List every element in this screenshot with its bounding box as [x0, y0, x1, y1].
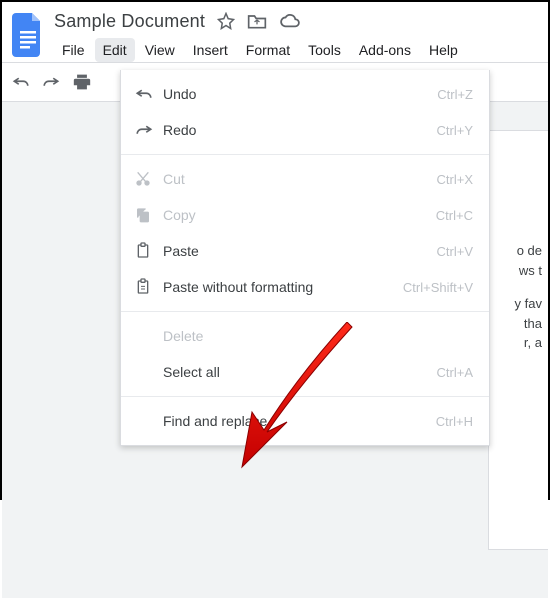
menu-item-shortcut: Ctrl+C: [436, 208, 473, 223]
menu-item-undo[interactable]: Undo Ctrl+Z: [121, 76, 489, 112]
menu-addons[interactable]: Add-ons: [351, 38, 419, 62]
print-icon[interactable]: [72, 73, 92, 91]
page-text-fragment: y fav tha r, a: [495, 294, 542, 353]
paste-icon: [135, 242, 163, 260]
app-header: Sample Document File Edit View Insert Fo…: [2, 2, 548, 62]
menu-edit[interactable]: Edit: [95, 38, 135, 62]
menubar: File Edit View Insert Format Tools Add-o…: [54, 38, 466, 62]
menu-item-label: Paste: [163, 243, 437, 259]
menu-item-redo[interactable]: Redo Ctrl+Y: [121, 112, 489, 148]
move-folder-icon[interactable]: [247, 12, 267, 30]
menu-item-label: Copy: [163, 207, 436, 223]
menu-item-select-all[interactable]: Select all Ctrl+A: [121, 354, 489, 390]
redo-icon: [135, 123, 163, 137]
menu-separator: [121, 311, 489, 312]
menu-item-paste-without-formatting[interactable]: Paste without formatting Ctrl+Shift+V: [121, 269, 489, 305]
menu-item-shortcut: Ctrl+H: [436, 414, 473, 429]
menu-item-label: Redo: [163, 122, 437, 138]
menu-separator: [121, 154, 489, 155]
menu-help[interactable]: Help: [421, 38, 466, 62]
cut-icon: [135, 171, 163, 187]
menu-item-shortcut: Ctrl+A: [437, 365, 473, 380]
undo-icon: [135, 87, 163, 101]
document-page[interactable]: o de ws t y fav tha r, a: [488, 130, 548, 550]
edit-menu-dropdown: Undo Ctrl+Z Redo Ctrl+Y Cut Ctrl+X Copy …: [120, 70, 490, 446]
menu-format[interactable]: Format: [238, 38, 298, 62]
menu-item-label: Find and replace: [163, 413, 436, 429]
menu-item-label: Paste without formatting: [163, 279, 403, 295]
menu-item-delete: Delete: [121, 318, 489, 354]
paste-plain-icon: [135, 278, 163, 296]
star-icon[interactable]: [217, 12, 235, 30]
menu-view[interactable]: View: [137, 38, 183, 62]
menu-item-shortcut: Ctrl+X: [437, 172, 473, 187]
menu-insert[interactable]: Insert: [185, 38, 236, 62]
title-row: Sample Document: [54, 8, 466, 34]
copy-icon: [135, 207, 163, 223]
menu-item-label: Select all: [163, 364, 437, 380]
menu-item-cut: Cut Ctrl+X: [121, 161, 489, 197]
docs-logo-icon[interactable]: [8, 8, 48, 62]
menu-item-shortcut: Ctrl+V: [437, 244, 473, 259]
menu-item-shortcut: Ctrl+Z: [437, 87, 473, 102]
menu-tools[interactable]: Tools: [300, 38, 349, 62]
menu-item-find-replace[interactable]: Find and replace Ctrl+H: [121, 403, 489, 439]
redo-icon[interactable]: [42, 75, 60, 89]
menu-item-shortcut: Ctrl+Y: [437, 123, 473, 138]
menu-item-copy: Copy Ctrl+C: [121, 197, 489, 233]
cloud-status-icon[interactable]: [279, 13, 301, 29]
menu-separator: [121, 396, 489, 397]
menu-item-label: Delete: [163, 328, 473, 344]
document-title[interactable]: Sample Document: [54, 11, 205, 32]
menu-item-paste[interactable]: Paste Ctrl+V: [121, 233, 489, 269]
menu-item-shortcut: Ctrl+Shift+V: [403, 280, 473, 295]
undo-icon[interactable]: [12, 75, 30, 89]
menu-file[interactable]: File: [54, 38, 93, 62]
page-text-fragment: o de ws t: [495, 241, 542, 280]
menu-item-label: Undo: [163, 86, 437, 102]
menu-item-label: Cut: [163, 171, 437, 187]
